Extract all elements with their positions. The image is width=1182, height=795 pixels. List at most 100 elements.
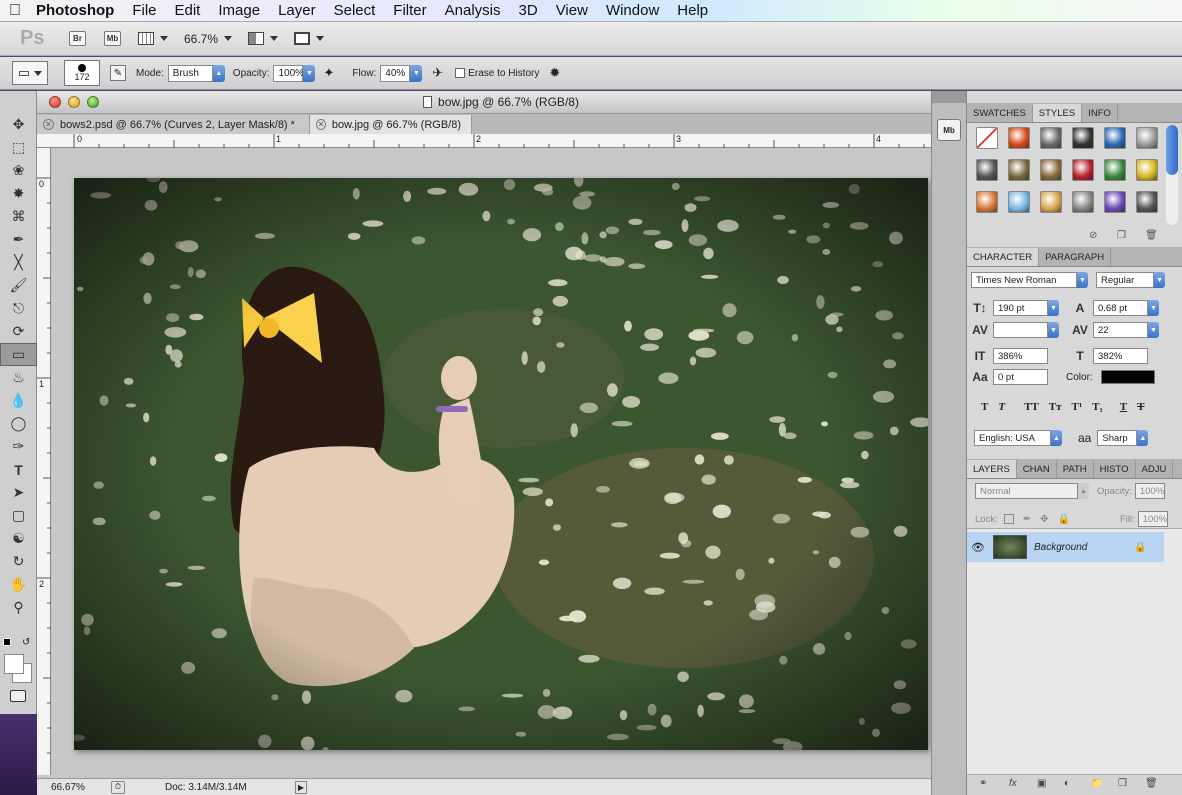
- flow-field[interactable]: 40% ▼: [380, 64, 423, 82]
- baseline-shift-field[interactable]: 0 pt: [993, 369, 1048, 385]
- all-caps-button[interactable]: TT: [1024, 401, 1039, 413]
- brush-panel-toggle[interactable]: ✎: [110, 65, 126, 81]
- tab-character[interactable]: CHARACTER: [967, 248, 1040, 266]
- default-colors-icon[interactable]: [3, 638, 11, 646]
- vertical-scale-field[interactable]: 386%: [993, 348, 1048, 364]
- opacity-field[interactable]: 100% ▼: [273, 64, 316, 82]
- menu-image[interactable]: Image: [209, 2, 269, 19]
- tab-layers[interactable]: LAYERS: [967, 460, 1017, 478]
- group-layers-icon[interactable]: 📁: [1091, 778, 1103, 789]
- 3d-orbit-tool-icon[interactable]: ↻: [0, 550, 37, 573]
- style-swatch[interactable]: [1040, 191, 1062, 213]
- new-style-icon[interactable]: ❐: [1117, 230, 1126, 241]
- history-brush-tool-icon[interactable]: ⟳: [0, 320, 37, 343]
- shape-tool-icon[interactable]: ▢: [0, 504, 37, 527]
- hand-tool-icon[interactable]: ✋: [0, 573, 37, 596]
- lock-position-icon[interactable]: ✥: [1040, 514, 1048, 525]
- airbrush-icon[interactable]: ✈: [432, 65, 443, 81]
- faux-italic-button[interactable]: T: [998, 401, 1005, 413]
- menu-help[interactable]: Help: [668, 2, 717, 19]
- lock-transparent-icon[interactable]: [1003, 514, 1014, 524]
- styles-scrollbar[interactable]: [1166, 125, 1178, 225]
- swap-colors-icon[interactable]: ↺: [22, 637, 30, 648]
- style-swatch[interactable]: [1008, 191, 1030, 213]
- text-color-swatch[interactable]: [1100, 370, 1155, 384]
- layer-style-icon[interactable]: fx: [1009, 778, 1017, 789]
- eyedropper-tool-icon[interactable]: ✒: [0, 228, 37, 251]
- path-selection-tool-icon[interactable]: ➤: [0, 481, 37, 504]
- link-layers-icon[interactable]: ⚭: [979, 778, 987, 789]
- lock-image-icon[interactable]: ✒: [1023, 514, 1031, 525]
- menu-edit[interactable]: Edit: [166, 2, 210, 19]
- style-swatch[interactable]: [1104, 159, 1126, 181]
- canvas-area[interactable]: [51, 148, 965, 775]
- status-icon[interactable]: ⏱: [111, 780, 125, 794]
- font-family-select[interactable]: Times New Roman ▼: [971, 272, 1088, 288]
- arrange-documents-dropdown[interactable]: [248, 32, 279, 45]
- lasso-tool-icon[interactable]: ❀: [0, 159, 37, 182]
- font-style-select[interactable]: Regular ▼: [1096, 272, 1165, 288]
- style-swatch[interactable]: [1104, 191, 1126, 213]
- brush-picker[interactable]: 172: [64, 60, 100, 86]
- style-swatch[interactable]: [1136, 127, 1158, 149]
- menu-file[interactable]: File: [123, 2, 165, 19]
- style-swatch[interactable]: [1136, 159, 1158, 181]
- tab-paragraph[interactable]: PARAGRAPH: [1039, 248, 1112, 266]
- menu-window[interactable]: Window: [597, 2, 668, 19]
- tab-swatches[interactable]: SWATCHES: [967, 104, 1033, 122]
- tab-history[interactable]: HISTO: [1094, 460, 1136, 478]
- mini-bridge-button[interactable]: Mb: [104, 31, 121, 46]
- apple-icon[interactable]: : [0, 2, 30, 20]
- tool-preset-picker[interactable]: ▭: [12, 61, 48, 85]
- status-zoom[interactable]: 66.67%: [51, 782, 101, 793]
- dock-collapse-icon[interactable]: [932, 91, 966, 103]
- horizontal-scale-field[interactable]: 382%: [1093, 348, 1148, 364]
- style-swatch[interactable]: [1008, 127, 1030, 149]
- delete-layer-icon[interactable]: 🗑: [1145, 778, 1158, 789]
- style-swatch[interactable]: [1072, 159, 1094, 181]
- pen-tool-icon[interactable]: ✑: [0, 435, 37, 458]
- layer-fill-field[interactable]: 100%: [1137, 511, 1168, 527]
- faux-bold-button[interactable]: T: [981, 401, 988, 413]
- tab-paths[interactable]: PATH: [1057, 460, 1094, 478]
- tracking-field[interactable]: 22 ▼: [1093, 322, 1159, 338]
- style-swatch[interactable]: [1104, 127, 1126, 149]
- scrollbar-thumb[interactable]: [1166, 125, 1178, 175]
- blur-tool-icon[interactable]: 💧: [0, 389, 37, 412]
- tablet-pressure-icon[interactable]: ✹: [549, 65, 560, 81]
- style-swatch[interactable]: [976, 159, 998, 181]
- healing-brush-tool-icon[interactable]: ╳: [0, 251, 37, 274]
- kerning-field[interactable]: ▼: [993, 322, 1059, 338]
- leading-field[interactable]: 0.68 pt ▼: [1093, 300, 1159, 316]
- dodge-tool-icon[interactable]: ◯: [0, 412, 37, 435]
- style-swatch[interactable]: [976, 191, 998, 213]
- menu-select[interactable]: Select: [325, 2, 385, 19]
- close-tab-icon[interactable]: ✕: [43, 119, 54, 130]
- layer-mask-icon[interactable]: ▣: [1037, 778, 1046, 789]
- new-layer-icon[interactable]: ❐: [1118, 778, 1127, 789]
- clear-style-icon[interactable]: ⊘: [1089, 230, 1097, 241]
- airbrush-pressure-icon[interactable]: ✦: [323, 65, 334, 81]
- photo-canvas[interactable]: [74, 178, 928, 750]
- strikethrough-button[interactable]: T: [1137, 401, 1144, 413]
- style-swatch[interactable]: [1040, 127, 1062, 149]
- style-swatch[interactable]: [1040, 159, 1062, 181]
- 3d-rotate-tool-icon[interactable]: ☯: [0, 527, 37, 550]
- antialias-select[interactable]: Sharp ▲: [1097, 430, 1149, 446]
- minimize-window-button[interactable]: [68, 96, 80, 108]
- marquee-tool-icon[interactable]: ⬚: [0, 136, 37, 159]
- menu-3d[interactable]: 3D: [510, 2, 547, 19]
- status-menu-arrow-icon[interactable]: ▶: [295, 780, 307, 794]
- language-select[interactable]: English: USA ▲: [974, 430, 1062, 446]
- adjustment-layer-icon[interactable]: ◐: [1064, 778, 1070, 789]
- small-caps-button[interactable]: Tт: [1049, 401, 1062, 413]
- mini-bridge-dock-button[interactable]: Mb: [937, 119, 961, 141]
- close-window-button[interactable]: [49, 96, 61, 108]
- magic-wand-tool-icon[interactable]: ✸: [0, 182, 37, 205]
- horizontal-ruler[interactable]: 0 1 2 3 4: [37, 134, 965, 148]
- quick-mask-icon[interactable]: [10, 690, 26, 702]
- blend-mode-select[interactable]: Normal ▲: [975, 483, 1089, 499]
- tab-channels[interactable]: CHAN: [1017, 460, 1057, 478]
- lock-all-icon[interactable]: 🔒: [1058, 514, 1070, 525]
- foreground-color-swatch[interactable]: [4, 654, 24, 674]
